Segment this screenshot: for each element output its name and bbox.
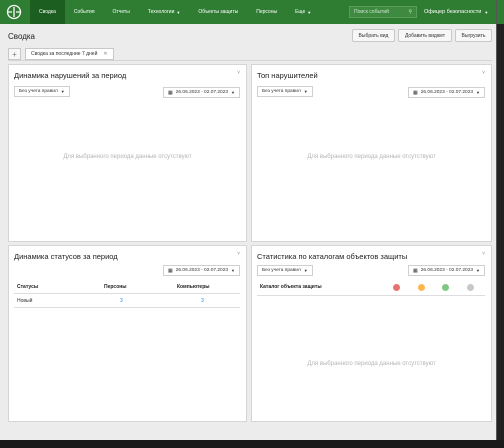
widget-status-dynamics: Динамика статусов за период ˅ ▦ 26.06.202… bbox=[8, 245, 247, 422]
empty-message: Для выбранного периода данные отсутствую… bbox=[63, 154, 192, 160]
widget-title: Динамика статусов за период bbox=[14, 252, 118, 261]
table-divider bbox=[14, 293, 240, 294]
add-widget-button[interactable]: Добавить виджет bbox=[398, 29, 452, 42]
column-header-computers: Компьютеры bbox=[177, 284, 210, 290]
user-menu[interactable]: Офицер безопасности ▼ bbox=[424, 0, 488, 24]
page-title: Сводка bbox=[8, 32, 36, 41]
table-divider bbox=[14, 307, 240, 308]
close-icon[interactable]: ✕ bbox=[103, 51, 107, 57]
widget-menu-icon[interactable]: ˅ bbox=[237, 70, 240, 76]
search-input[interactable]: Поиск событий ⚲ bbox=[349, 6, 417, 18]
column-header-catalog: Каталог объекта защиты bbox=[260, 284, 322, 290]
caret-down-icon: ▼ bbox=[307, 9, 312, 15]
empty-message: Для выбранного периода данные отсутствую… bbox=[307, 361, 436, 367]
logo-icon[interactable] bbox=[6, 4, 22, 20]
status-dot-orange bbox=[418, 284, 425, 291]
caret-down-icon: ▼ bbox=[476, 268, 480, 273]
widget-top-violators: Топ нарушителей ˅ Без учета правил ▼ ▦ 26.… bbox=[251, 64, 492, 242]
calendar-icon: ▦ bbox=[168, 89, 173, 96]
date-range-select[interactable]: ▦ 26.06.2023 - 02.07.2023 ▼ bbox=[408, 265, 485, 276]
caret-down-icon: ▼ bbox=[484, 9, 489, 15]
date-range-select[interactable]: ▦ 26.06.2023 - 02.07.2023 ▼ bbox=[163, 265, 240, 276]
caret-down-icon: ▼ bbox=[303, 268, 308, 273]
nav-item-more[interactable]: Еще ▼ bbox=[286, 0, 320, 24]
calendar-icon: ▦ bbox=[413, 267, 418, 274]
widget-violations: Динамика нарушений за период ˅ Без учета… bbox=[8, 64, 247, 242]
calendar-icon: ▦ bbox=[168, 267, 173, 274]
nav-item-technologies[interactable]: Технологии ▼ bbox=[139, 0, 190, 24]
date-range-select[interactable]: ▦ 26.06.2023 - 02.07.2023 ▼ bbox=[408, 87, 485, 98]
calendar-icon: ▦ bbox=[413, 89, 418, 96]
rules-filter-select[interactable]: Без учета правил ▼ bbox=[257, 86, 313, 97]
rules-filter-select[interactable]: Без учета правил ▼ bbox=[14, 86, 70, 97]
table-divider bbox=[257, 295, 485, 296]
date-range-select[interactable]: ▦ 26.06.2023 - 02.07.2023 ▼ bbox=[163, 87, 240, 98]
column-header-status: Статусы bbox=[17, 284, 39, 290]
adjacent-window-strip bbox=[497, 0, 504, 24]
widget-title: Динамика нарушений за период bbox=[14, 71, 127, 80]
nav-item-events[interactable]: События bbox=[65, 0, 104, 24]
rules-filter-select[interactable]: Без учета правил ▼ bbox=[257, 265, 313, 276]
widget-title: Статистика по каталогам объектов защиты bbox=[257, 252, 408, 261]
widget-title: Топ нарушителей bbox=[257, 71, 318, 80]
widget-menu-icon[interactable]: ˅ bbox=[482, 251, 485, 257]
caret-down-icon: ▼ bbox=[476, 90, 480, 95]
widget-catalog-statistics: Статистика по каталогам объектов защиты … bbox=[251, 245, 492, 422]
app-window: Сводка События Отчеты Технологии ▼ Объект… bbox=[0, 0, 497, 440]
choose-view-button[interactable]: Выбрать вид bbox=[352, 29, 395, 42]
nav-item-reports[interactable]: Отчеты bbox=[104, 0, 139, 24]
export-button[interactable]: Выгрузить bbox=[455, 29, 492, 42]
table-cell-persons-link[interactable]: 3 bbox=[120, 298, 123, 304]
search-icon: ⚲ bbox=[408, 9, 412, 15]
status-dot-red bbox=[393, 284, 400, 291]
tab-divider bbox=[8, 60, 492, 61]
status-dot-green bbox=[442, 284, 449, 291]
widget-menu-icon[interactable]: ˅ bbox=[237, 251, 240, 257]
plus-icon: + bbox=[12, 49, 17, 59]
caret-down-icon: ▼ bbox=[231, 90, 235, 95]
adjacent-window-strip bbox=[497, 24, 504, 440]
caret-down-icon: ▼ bbox=[303, 89, 308, 94]
nav-item-persons[interactable]: Персоны bbox=[247, 0, 286, 24]
caret-down-icon: ▼ bbox=[60, 89, 65, 94]
caret-down-icon: ▼ bbox=[231, 268, 235, 273]
caret-down-icon: ▼ bbox=[176, 9, 181, 15]
column-header-persons: Персоны bbox=[104, 284, 127, 290]
empty-message: Для выбранного периода данные отсутствую… bbox=[307, 154, 436, 160]
tab-summary-7-days[interactable]: Сводка за последние 7 дней ✕ bbox=[25, 48, 114, 60]
status-dot-gray bbox=[467, 284, 474, 291]
widget-menu-icon[interactable]: ˅ bbox=[482, 70, 485, 76]
table-cell-computers-link[interactable]: 3 bbox=[201, 298, 204, 304]
nav-item-summary[interactable]: Сводка bbox=[30, 0, 65, 24]
top-nav: Сводка События Отчеты Технологии ▼ Объект… bbox=[0, 0, 496, 24]
nav-item-protected-objects[interactable]: Объекты защиты bbox=[189, 0, 247, 24]
add-tab-button[interactable]: + bbox=[8, 48, 21, 60]
table-cell-status: Новый bbox=[17, 298, 33, 304]
